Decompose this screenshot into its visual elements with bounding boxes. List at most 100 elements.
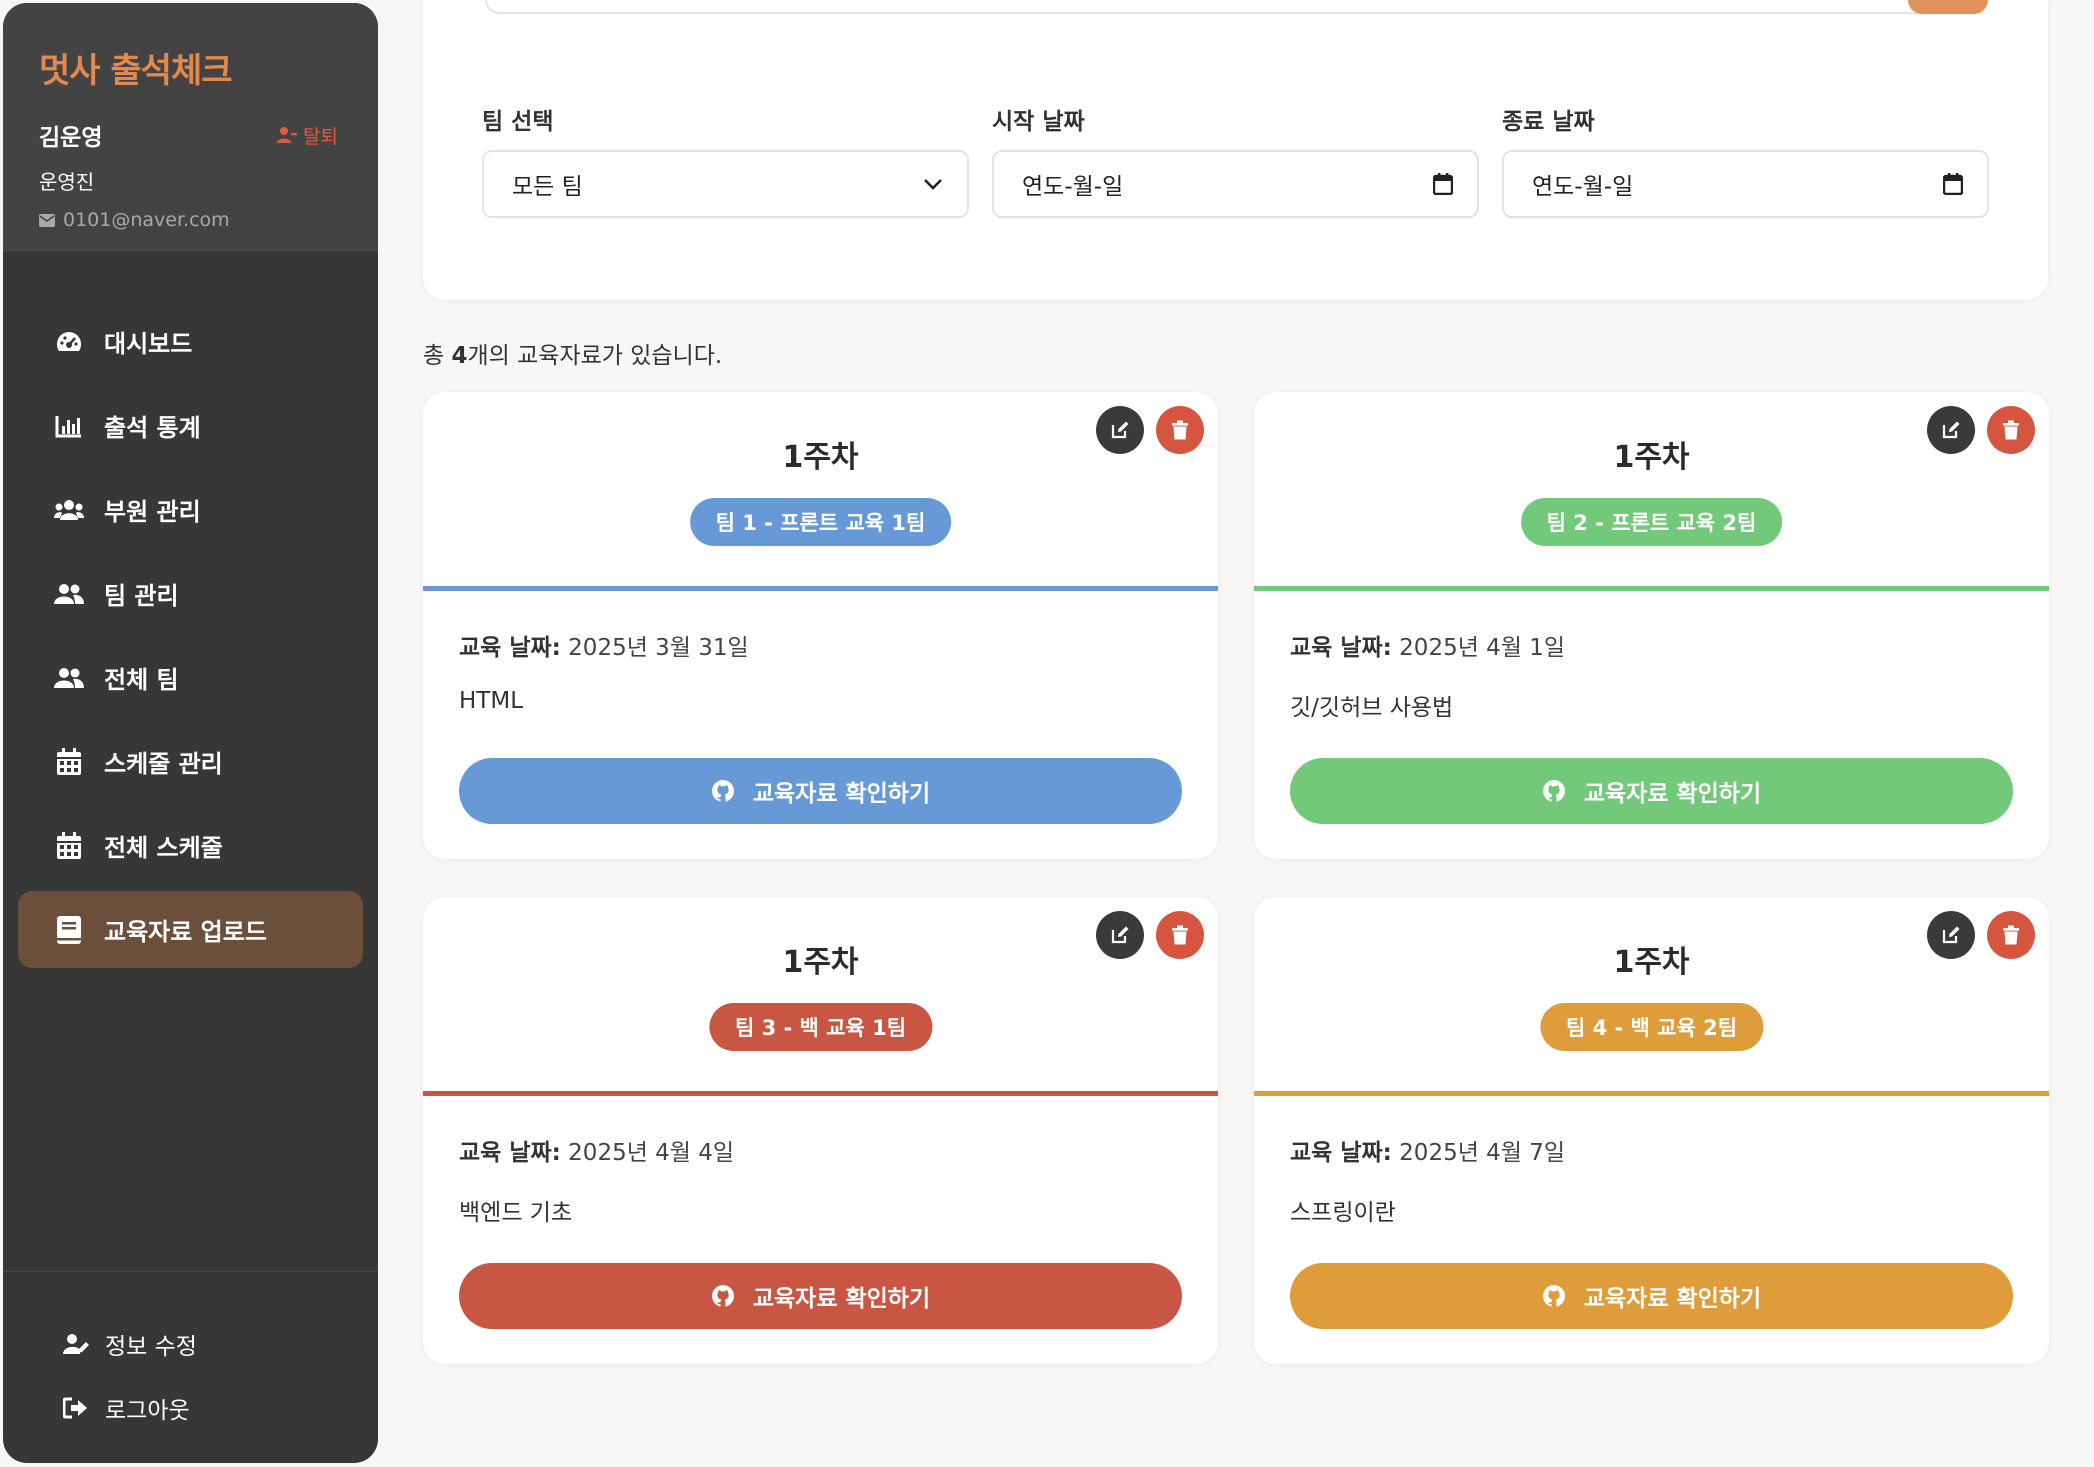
material-card: 1주차 팀 1 - 프론트 교육 1팀 교육 날짜: 2025년 3월 31일 … bbox=[423, 392, 1218, 859]
card-topic: HTML bbox=[459, 688, 524, 714]
sidebar-footer: 정보 수정 로그아웃 bbox=[3, 1271, 378, 1440]
start-date-input[interactable]: 연도-월-일 bbox=[992, 150, 1479, 218]
date-label: 교육 날짜: bbox=[459, 635, 561, 661]
card-date: 교육 날짜: 2025년 4월 4일 bbox=[459, 1133, 734, 1167]
logout-label: 로그아웃 bbox=[105, 1398, 190, 1424]
edit-icon bbox=[1942, 421, 1960, 439]
delete-button[interactable] bbox=[1987, 911, 2035, 959]
view-material-button[interactable]: 교육자료 확인하기 bbox=[459, 1263, 1182, 1329]
trash-icon bbox=[2003, 925, 2019, 945]
sidebar-nav: 대시보드 출석 통계 부원 관리 팀 관리 전체 팀 스케줄 관리 전체 스케줄… bbox=[3, 251, 378, 968]
material-card: 1주차 팀 4 - 백 교육 2팀 교육 날짜: 2025년 4월 7일 스프링… bbox=[1254, 897, 2049, 1364]
card-date: 교육 날짜: 2025년 4월 7일 bbox=[1290, 1133, 1565, 1167]
sidebar-item-all-teams[interactable]: 전체 팀 bbox=[18, 639, 363, 716]
sidebar-item-label: 전체 스케줄 bbox=[104, 834, 223, 862]
dashboard-gauge-icon bbox=[54, 327, 84, 357]
start-date-placeholder: 연도-월-일 bbox=[1022, 174, 1124, 200]
sidebar-item-member-management[interactable]: 부원 관리 bbox=[18, 471, 363, 548]
sidebar-item-schedule-management[interactable]: 스케줄 관리 bbox=[18, 723, 363, 800]
trash-icon bbox=[1172, 925, 1188, 945]
end-date-label: 종료 날짜 bbox=[1502, 109, 1595, 135]
count-number: 4 bbox=[451, 343, 468, 369]
user-name: 김운영 bbox=[39, 125, 103, 151]
trash-icon bbox=[1172, 420, 1188, 440]
edit-profile-link[interactable]: 정보 수정 bbox=[3, 1312, 378, 1376]
delete-button[interactable] bbox=[1156, 406, 1204, 454]
profile-panel: 멋사 출석체크 김운영 탈퇴 운영진 0101@naver.com bbox=[3, 3, 378, 251]
search-bar-partial[interactable] bbox=[485, 0, 1935, 14]
card-topic: 백엔드 기초 bbox=[459, 1200, 573, 1226]
end-date-filter: 종료 날짜 연도-월-일 bbox=[1502, 102, 1989, 218]
user-email: 0101@naver.com bbox=[39, 209, 342, 231]
calendar-icon bbox=[54, 747, 84, 777]
start-date-filter: 시작 날짜 연도-월-일 bbox=[992, 102, 1479, 218]
trash-icon bbox=[2003, 420, 2019, 440]
edit-icon bbox=[1111, 926, 1129, 944]
github-icon bbox=[711, 1285, 734, 1307]
card-header: 1주차 팀 4 - 백 교육 2팀 bbox=[1254, 897, 2049, 1091]
delete-button[interactable] bbox=[1156, 911, 1204, 959]
edit-button[interactable] bbox=[1096, 406, 1144, 454]
user-email-text: 0101@naver.com bbox=[63, 209, 230, 231]
team-badge: 팀 1 - 프론트 교육 1팀 bbox=[689, 498, 952, 546]
team-filter-label: 팀 선택 bbox=[482, 109, 554, 135]
material-card: 1주차 팀 2 - 프론트 교육 2팀 교육 날짜: 2025년 4월 1일 깃… bbox=[1254, 392, 2049, 859]
view-material-label: 교육자료 확인하기 bbox=[752, 1286, 931, 1312]
sidebar-item-label: 교육자료 업로드 bbox=[104, 918, 267, 946]
sidebar-item-all-schedules[interactable]: 전체 스케줄 bbox=[18, 807, 363, 884]
view-material-button[interactable]: 교육자료 확인하기 bbox=[459, 758, 1182, 824]
date-value: 2025년 3월 31일 bbox=[568, 635, 749, 661]
date-value: 2025년 4월 7일 bbox=[1399, 1140, 1566, 1166]
count-suffix: 개의 교육자료가 있습니다. bbox=[467, 343, 723, 369]
user-edit-icon bbox=[63, 1334, 89, 1354]
sidebar-item-dashboard[interactable]: 대시보드 bbox=[18, 303, 363, 380]
team-badge: 팀 4 - 백 교육 2팀 bbox=[1539, 1003, 1764, 1051]
sidebar-item-label: 전체 팀 bbox=[104, 666, 179, 694]
card-divider bbox=[1254, 586, 2049, 591]
view-material-button[interactable]: 교육자료 확인하기 bbox=[1290, 1263, 2013, 1329]
calendar-icon[interactable] bbox=[1943, 173, 1963, 195]
card-date: 교육 날짜: 2025년 3월 31일 bbox=[459, 628, 749, 662]
brand-title[interactable]: 멋사 출석체크 bbox=[39, 43, 342, 92]
withdraw-button[interactable]: 탈퇴 bbox=[277, 122, 338, 149]
github-icon bbox=[1542, 1285, 1565, 1307]
view-material-button[interactable]: 교육자료 확인하기 bbox=[1290, 758, 2013, 824]
edit-button[interactable] bbox=[1927, 911, 1975, 959]
date-label: 교육 날짜: bbox=[459, 1140, 561, 1166]
team-select[interactable]: 모든 팀 bbox=[482, 150, 969, 218]
sidebar-item-label: 스케줄 관리 bbox=[104, 750, 223, 778]
logout-link[interactable]: 로그아웃 bbox=[3, 1376, 378, 1440]
calendar-icon[interactable] bbox=[1433, 173, 1453, 195]
card-header: 1주차 팀 1 - 프론트 교육 1팀 bbox=[423, 392, 1218, 586]
start-date-label: 시작 날짜 bbox=[992, 109, 1085, 135]
date-value: 2025년 4월 1일 bbox=[1399, 635, 1566, 661]
search-button-partial[interactable] bbox=[1908, 0, 1988, 14]
chevron-down-icon bbox=[924, 179, 942, 190]
user-minus-icon bbox=[277, 127, 298, 143]
withdraw-label: 탈퇴 bbox=[303, 125, 338, 148]
end-date-placeholder: 연도-월-일 bbox=[1532, 174, 1634, 200]
edit-button[interactable] bbox=[1096, 911, 1144, 959]
card-header: 1주차 팀 3 - 백 교육 1팀 bbox=[423, 897, 1218, 1091]
sidebar-item-attendance-stats[interactable]: 출석 통계 bbox=[18, 387, 363, 464]
date-value: 2025년 4월 4일 bbox=[568, 1140, 735, 1166]
edit-button[interactable] bbox=[1927, 406, 1975, 454]
sidebar-item-label: 팀 관리 bbox=[104, 582, 179, 610]
user-group-icon bbox=[54, 579, 84, 609]
card-header: 1주차 팀 2 - 프론트 교육 2팀 bbox=[1254, 392, 2049, 586]
card-divider bbox=[423, 1091, 1218, 1096]
end-date-input[interactable]: 연도-월-일 bbox=[1502, 150, 1989, 218]
view-material-label: 교육자료 확인하기 bbox=[752, 781, 931, 807]
user-group-icon bbox=[54, 663, 84, 693]
delete-button[interactable] bbox=[1987, 406, 2035, 454]
sidebar-item-material-upload[interactable]: 교육자료 업로드 bbox=[18, 891, 363, 968]
card-topic: 스프링이란 bbox=[1290, 1200, 1396, 1226]
date-label: 교육 날짜: bbox=[1290, 1140, 1392, 1166]
team-filter: 팀 선택 모든 팀 bbox=[482, 102, 969, 218]
github-icon bbox=[1542, 780, 1565, 802]
card-divider bbox=[423, 586, 1218, 591]
users-icon bbox=[54, 495, 84, 525]
team-badge: 팀 2 - 프론트 교육 2팀 bbox=[1520, 498, 1783, 546]
sign-out-icon bbox=[63, 1397, 87, 1419]
sidebar-item-team-management[interactable]: 팀 관리 bbox=[18, 555, 363, 632]
